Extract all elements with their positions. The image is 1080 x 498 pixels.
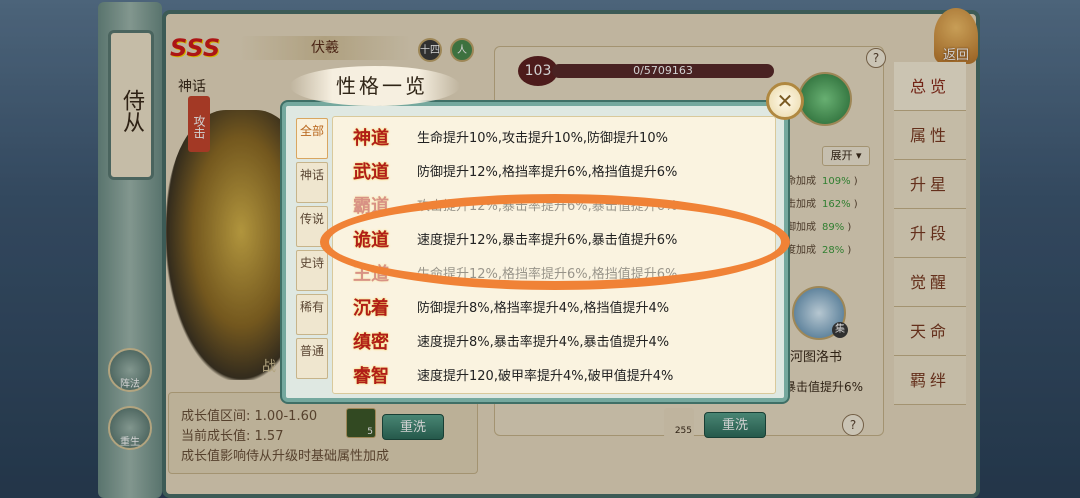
tab-all[interactable]: 全部	[296, 118, 328, 159]
trait-desc: 防御提升8%,格挡率提升4%,格挡值提升4%	[417, 301, 670, 316]
trait-name: 缜密	[353, 332, 389, 353]
trait-row: 神道 生命提升10%,攻击提升10%,防御提升10%	[353, 123, 773, 155]
trait-name: 沉着	[353, 298, 389, 319]
trait-name: 武道	[353, 162, 389, 183]
trait-desc: 防御提升12%,格挡率提升6%,格挡值提升6%	[417, 165, 678, 180]
highlight-annotation	[320, 194, 790, 290]
tab-epic[interactable]: 史诗	[296, 250, 328, 291]
close-icon: ✕	[776, 89, 794, 113]
trait-row: 缜密 速度提升8%,暴击率提升4%,暴击值提升4%	[353, 327, 773, 359]
close-button[interactable]: ✕	[766, 82, 804, 120]
tab-common[interactable]: 普通	[296, 338, 328, 379]
trait-name: 睿智	[353, 366, 389, 387]
tab-mythic[interactable]: 神话	[296, 162, 328, 203]
trait-row: 武道 防御提升12%,格挡率提升6%,格挡值提升6%	[353, 157, 773, 189]
trait-desc: 速度提升120,破甲率提升4%,破甲值提升4%	[417, 369, 674, 384]
tab-rare[interactable]: 稀有	[296, 294, 328, 335]
trait-row: 沉着 防御提升8%,格挡率提升4%,格挡值提升4%	[353, 293, 773, 325]
trait-desc: 速度提升8%,暴击率提升4%,暴击值提升4%	[417, 335, 670, 350]
trait-desc: 生命提升10%,攻击提升10%,防御提升10%	[417, 131, 668, 146]
trait-name: 神道	[353, 128, 389, 149]
modal-title: 性格一览	[336, 74, 428, 98]
trait-row: 睿智 速度提升120,破甲率提升4%,破甲值提升4%	[353, 361, 773, 393]
